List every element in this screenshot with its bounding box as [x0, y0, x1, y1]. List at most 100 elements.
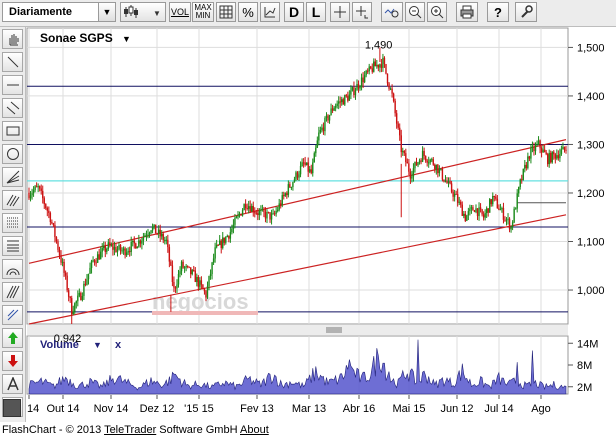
candle-body: [196, 276, 198, 282]
candle-body: [286, 193, 288, 196]
candle-body: [96, 254, 99, 263]
candle-body: [325, 115, 328, 119]
candle-body: [153, 224, 155, 227]
candle-body: [383, 57, 386, 64]
candle-body: [55, 237, 58, 242]
candle-body: [362, 77, 364, 83]
panel-divider[interactable]: [27, 325, 568, 335]
candle-body: [241, 210, 244, 216]
candle-body: [151, 226, 154, 231]
candle-body: [347, 96, 349, 101]
candle-body: [31, 193, 33, 196]
candle-body: [186, 265, 189, 267]
candle-body: [295, 172, 297, 180]
candle-body: [559, 153, 561, 159]
candle-body: [540, 148, 543, 153]
candle-body: [139, 240, 142, 244]
candle-body: [345, 95, 348, 97]
time-tick-label: '15 15: [184, 403, 214, 415]
candle-body: [511, 222, 514, 227]
candle-body: [77, 295, 79, 302]
candle-body: [498, 208, 500, 210]
candle-body: [432, 159, 434, 165]
candle-body: [276, 209, 279, 212]
candle-body: [412, 168, 415, 177]
instrument-dropdown-icon[interactable]: ▼: [122, 34, 131, 44]
candle-body: [482, 214, 485, 218]
candle-body: [220, 240, 222, 248]
candle-body: [510, 226, 512, 230]
candle-body: [193, 270, 195, 272]
candle-body: [536, 143, 538, 146]
candle-body: [560, 149, 563, 154]
candle-body: [237, 214, 239, 217]
candle-body: [545, 152, 547, 155]
candle-body: [421, 150, 424, 162]
candle-body: [385, 63, 387, 74]
candle-body: [492, 195, 494, 205]
candle-body: [479, 207, 482, 210]
volume-tick-label: 2M: [577, 382, 592, 394]
candle-body: [234, 218, 236, 225]
candle-body: [476, 208, 479, 217]
candle-body: [337, 101, 340, 104]
candle-body: [554, 154, 557, 159]
candle-body: [548, 153, 550, 165]
candle-body: [313, 153, 315, 163]
candle-body: [336, 103, 338, 107]
candle-body: [173, 282, 175, 288]
candle-body: [28, 192, 30, 199]
candle-body: [84, 283, 87, 285]
volume-label[interactable]: Volume: [40, 339, 79, 351]
candle-body: [66, 275, 68, 291]
candle-body: [565, 149, 567, 151]
volume-dropdown-icon[interactable]: ▼: [93, 340, 102, 350]
candle-body: [543, 149, 546, 153]
candle-body: [249, 206, 251, 212]
candle-body: [446, 180, 448, 184]
candle-body: [455, 193, 457, 195]
candle-body: [246, 208, 248, 210]
volume-close-button[interactable]: x: [115, 339, 122, 351]
candle-body: [38, 186, 41, 189]
candle-body: [257, 213, 259, 216]
candle-body: [177, 274, 180, 285]
candle-body: [209, 274, 212, 276]
candle-body: [211, 262, 213, 275]
candle-body: [397, 123, 399, 128]
candle-body: [183, 267, 186, 269]
candle-body: [100, 251, 102, 260]
candle-body: [148, 232, 151, 235]
candle-body: [293, 179, 296, 183]
chart-area: negocios 1,4900,942 1,5001,4001,3001,200…: [26, 27, 605, 422]
candle-body: [60, 255, 62, 263]
candle-body: [228, 235, 230, 239]
candle-body: [365, 70, 367, 76]
teletrader-link[interactable]: TeleTrader: [104, 424, 156, 436]
candle-body: [205, 291, 207, 298]
candle-body: [513, 208, 515, 223]
candle-body: [331, 108, 334, 111]
candle-body: [301, 162, 303, 167]
candle-body: [440, 168, 442, 170]
candle-body: [208, 275, 210, 287]
candle-body: [217, 244, 219, 246]
candle-body: [199, 280, 201, 287]
candle-body: [525, 164, 528, 168]
candle-body: [450, 183, 453, 192]
candle-body: [322, 127, 325, 132]
candle-body: [145, 235, 148, 237]
candle-body: [438, 169, 441, 174]
candle-body: [136, 246, 139, 249]
about-link[interactable]: About: [240, 424, 269, 436]
candle-body: [244, 204, 247, 209]
candle-body: [296, 172, 299, 178]
candle-body: [528, 156, 531, 159]
instrument-name[interactable]: Sonae SGPS: [40, 31, 113, 45]
candle-body: [463, 213, 465, 216]
candle-body: [240, 213, 242, 216]
price-tick-label: 1,100: [577, 237, 605, 249]
candle-body: [231, 228, 233, 233]
volume-tick-label: 14M: [577, 338, 598, 350]
candle-body: [518, 186, 520, 194]
